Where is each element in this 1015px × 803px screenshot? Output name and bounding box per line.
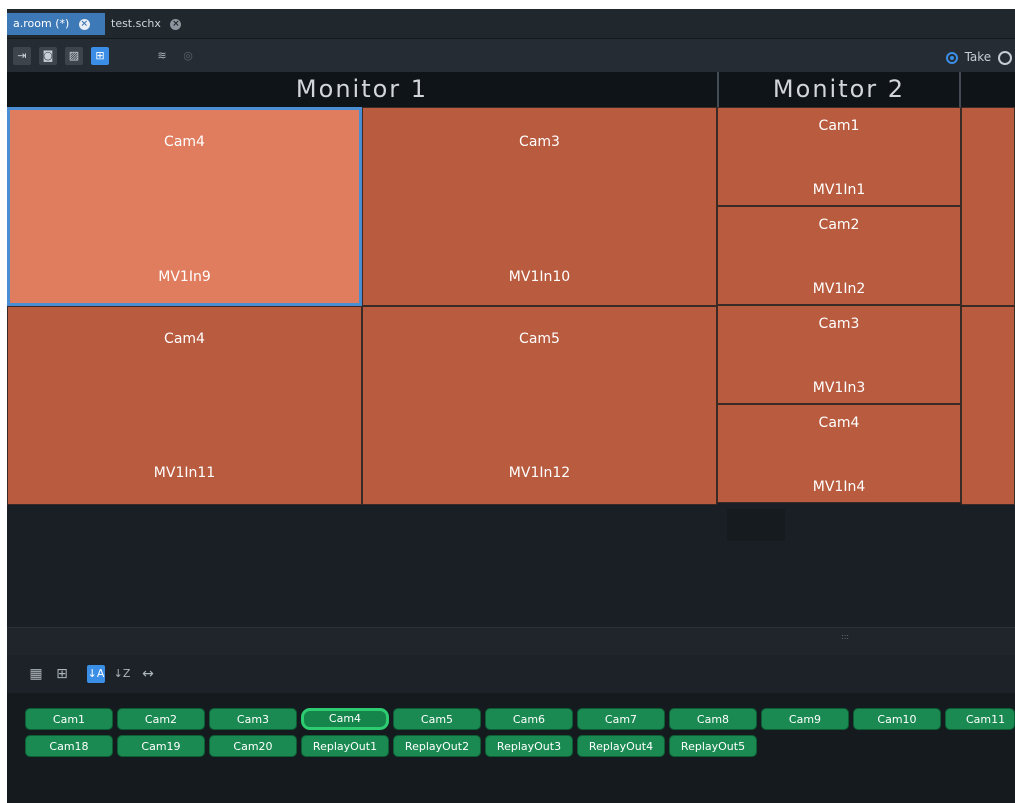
source-button[interactable]: Cam3 (209, 708, 297, 730)
tile-input-label: MV1In4 (812, 479, 866, 495)
tile-input-label: MV1In1 (812, 182, 866, 198)
sort-ascending-icon[interactable]: ↓A (87, 665, 105, 683)
source-button[interactable]: Cam6 (485, 708, 573, 730)
sort-descending-icon[interactable]: ↓Z (113, 665, 131, 683)
take-radio-on-icon[interactable] (945, 51, 958, 64)
tile-input-label: MV1In10 (508, 269, 571, 285)
monitor-3-title (961, 72, 1015, 107)
large-grid-icon[interactable]: ▦ (27, 665, 45, 683)
monitor-2-title: Monitor 2 (717, 72, 961, 107)
source-button[interactable]: Cam5 (393, 708, 481, 730)
source-button[interactable]: ReplayOut1 (301, 735, 389, 757)
source-button[interactable]: Cam2 (117, 708, 205, 730)
grid-select-icon[interactable]: ⊞ (91, 47, 109, 65)
source-button[interactable]: Cam7 (577, 708, 665, 730)
monitor-tile[interactable]: Cam3 MV1In10 (362, 107, 717, 306)
monitor-tile[interactable]: Cam4 MV1In11 (7, 306, 362, 505)
tile-input-label: MV1In3 (812, 380, 866, 396)
tab-label: test.schx (111, 17, 161, 30)
tile-source-label: Cam4 (164, 134, 205, 150)
source-button[interactable]: Cam8 (669, 708, 757, 730)
source-button[interactable]: ReplayOut4 (577, 735, 665, 757)
tile-input-label: MV1In11 (153, 465, 216, 481)
source-button-selected[interactable]: Cam4 (301, 708, 389, 730)
tile-input-label: MV1In12 (508, 465, 571, 481)
sources-panel: Cam1 Cam2 Cam3 Cam4 Cam5 Cam6 Cam7 Cam8 … (7, 693, 1015, 803)
tile-source-label: Cam4 (164, 331, 205, 347)
tile-input-label: MV1In9 (158, 269, 211, 285)
monitor-tile[interactable]: Cam4 MV1In4 (717, 404, 961, 503)
add-camera-icon[interactable]: ◙ (39, 47, 57, 65)
close-icon[interactable]: × (170, 18, 182, 30)
small-grid-icon[interactable]: ⊞ (53, 665, 71, 683)
source-button[interactable]: Cam11 (945, 708, 1015, 730)
tab-a-room[interactable]: a.room (*) × (7, 13, 105, 35)
source-button[interactable]: ReplayOut3 (485, 735, 573, 757)
toolbar: ⇥ ◙ ▨ ⊞ ≋ ◎ Take (7, 38, 1015, 73)
monitor-tile[interactable]: Cam3 MV1In3 (717, 305, 961, 404)
monitor-tile[interactable] (961, 306, 1015, 505)
source-button[interactable]: Cam20 (209, 735, 297, 757)
take-control[interactable]: Take (945, 48, 1015, 66)
app-window: a.room (*) × test.schx × ⇥ ◙ ▨ ⊞ ≋ ◎ Tak… (7, 9, 1015, 803)
exit-icon[interactable]: ⇥ (13, 47, 31, 65)
panel-splitter[interactable]: ::: (7, 627, 1015, 655)
take-label: Take (964, 50, 992, 64)
tab-label: a.room (*) (13, 17, 70, 30)
search-icon[interactable]: ◎ (179, 47, 197, 65)
source-button[interactable]: Cam18 (25, 735, 113, 757)
monitor-tile[interactable]: Cam2 MV1In2 (717, 206, 961, 305)
tab-bar: a.room (*) × test.schx × (7, 9, 1015, 38)
canvas-shadow (727, 509, 785, 541)
tile-source-label: Cam2 (818, 217, 860, 233)
grip-icon[interactable]: ::: (841, 632, 849, 641)
source-button[interactable]: Cam1 (25, 708, 113, 730)
source-button[interactable]: ReplayOut5 (669, 735, 757, 757)
layers-icon[interactable]: ≋ (153, 47, 171, 65)
monitor-canvas: Monitor 1 Monitor 2 Cam4 MV1In9 Cam3 MV1… (7, 72, 1015, 627)
monitor-tile[interactable] (961, 107, 1015, 306)
tile-input-label: MV1In2 (812, 281, 866, 297)
source-button[interactable]: Cam10 (853, 708, 941, 730)
tile-source-label: Cam4 (818, 415, 860, 431)
take-radio-off-icon[interactable] (998, 50, 1012, 65)
tile-source-label: Cam1 (818, 118, 860, 134)
source-button[interactable]: Cam19 (117, 735, 205, 757)
monitor-tile[interactable]: Cam4 MV1In9 (7, 107, 362, 306)
tile-source-label: Cam3 (519, 134, 560, 150)
sources-toolbar: ▦ ⊞ ↓A ↓Z ↔ (7, 655, 1015, 693)
image-icon[interactable]: ▨ (65, 47, 83, 65)
monitor-tile[interactable]: Cam1 MV1In1 (717, 107, 961, 206)
source-button[interactable]: Cam9 (761, 708, 849, 730)
monitor-tile[interactable]: Cam5 MV1In12 (362, 306, 717, 505)
source-button[interactable]: ReplayOut2 (393, 735, 481, 757)
monitor-1-title: Monitor 1 (7, 72, 717, 107)
tile-source-label: Cam3 (818, 316, 860, 332)
tile-source-label: Cam5 (519, 331, 560, 347)
close-icon[interactable]: × (78, 18, 90, 30)
fit-width-icon[interactable]: ↔ (139, 665, 157, 683)
tab-test-schx[interactable]: test.schx × (105, 13, 191, 35)
